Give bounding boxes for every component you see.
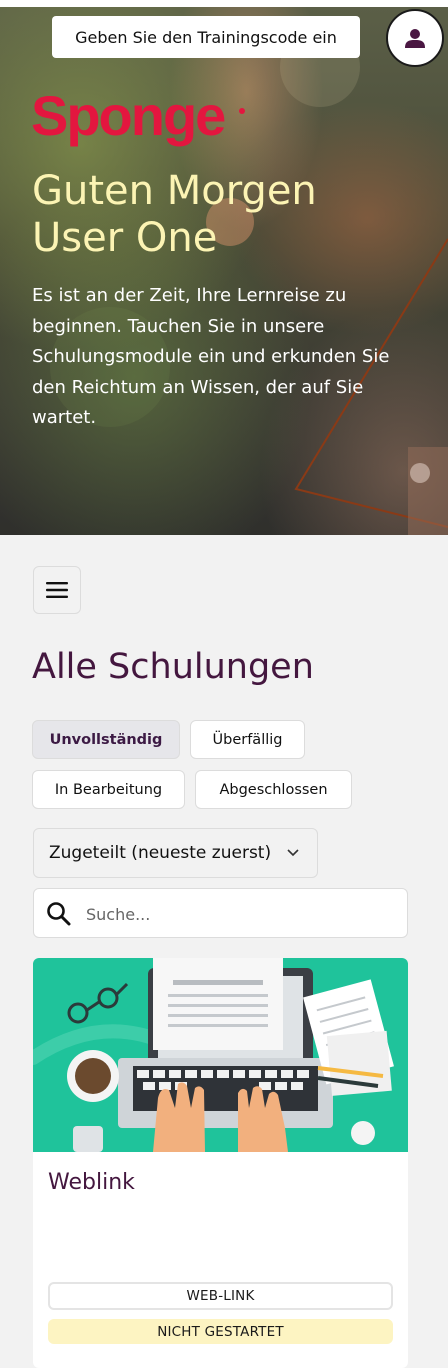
filter-in-progress[interactable]: In Bearbeitung [32,770,185,809]
menu-button[interactable] [33,566,81,614]
sort-selected-value: Zugeteilt (neueste zuerst) [49,843,272,863]
filter-overdue[interactable]: Überfällig [190,720,305,759]
brand-logo: Sponge [31,84,226,147]
training-code-button[interactable]: Geben Sie den Trainingscode ein [52,16,360,58]
hamburger-menu-icon [46,582,68,598]
card-title: Weblink [48,1170,135,1195]
greeting-user-name: User One [32,215,218,261]
search-input[interactable] [84,889,398,939]
greeting-line-1: Guten Morgen [32,168,317,214]
filter-incomplete[interactable]: Unvollständig [32,720,180,759]
user-icon [405,29,425,48]
chevron-down-icon [287,849,299,857]
filter-completed[interactable]: Abgeschlossen [195,770,352,809]
brand-logo-dot [239,108,245,114]
sort-select[interactable]: Zugeteilt (neueste zuerst) [33,828,318,878]
top-strip [0,0,448,7]
search-icon [47,902,71,926]
user-profile-button[interactable] [386,9,444,67]
training-card[interactable]: Weblink WEB-LINK NICHT GESTARTET [33,958,408,1368]
card-thumbnail-image [33,958,408,1152]
card-status-badge: NICHT GESTARTET [48,1319,393,1344]
page-title: Alle Schulungen [32,647,314,687]
intro-text: Es ist an der Zeit, Ihre Lernreise zu be… [32,285,390,428]
card-type-badge: WEB-LINK [48,1282,393,1310]
greeting: Guten Morgen User One [32,168,422,262]
search-box[interactable] [33,888,408,939]
